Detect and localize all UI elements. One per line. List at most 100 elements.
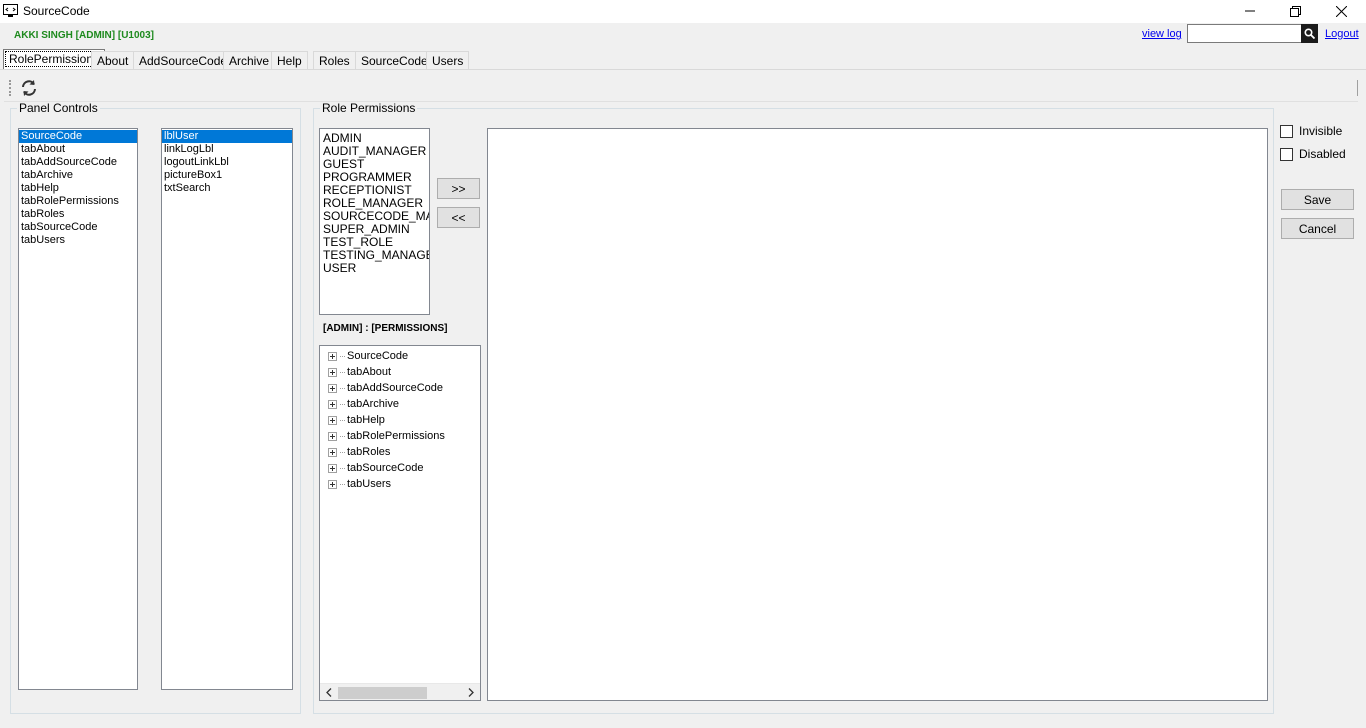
toolbar	[4, 74, 1358, 102]
expand-icon[interactable]	[328, 479, 337, 489]
user-label: AKKI SINGH [ADMIN] [U1003]	[14, 30, 155, 41]
roles-listbox[interactable]: ADMIN AUDIT_MANAGER GUEST PROGRAMMER RECEPTI…	[319, 128, 430, 315]
tree-node[interactable]: tabHelp	[328, 412, 385, 428]
expand-icon[interactable]	[328, 447, 337, 457]
control-list-item[interactable]: tabSourceCode	[19, 221, 137, 234]
restore-button[interactable]	[1272, 0, 1318, 22]
refresh-icon	[22, 80, 36, 96]
tab-about[interactable]: About	[91, 51, 135, 69]
expand-icon[interactable]	[328, 431, 337, 441]
tab-users[interactable]: Users	[426, 51, 470, 69]
tree-node[interactable]: tabAddSourceCode	[328, 380, 443, 396]
tree-node-label[interactable]: tabAddSourceCode	[347, 382, 443, 394]
tree-connector	[340, 371, 345, 373]
control-list-item[interactable]: tabAddSourceCode	[19, 156, 137, 169]
tree-connector	[340, 403, 345, 405]
control-list-item[interactable]: tabHelp	[19, 182, 137, 195]
chevron-left-icon	[326, 688, 332, 697]
tree-connector	[340, 483, 345, 485]
scroll-left-button[interactable]	[322, 685, 336, 700]
minimize-icon	[1245, 10, 1255, 12]
control-list-item[interactable]: tabRolePermissions	[19, 195, 137, 208]
role-list-item[interactable]: USER	[320, 262, 429, 275]
disabled-checkbox-box[interactable]	[1280, 147, 1293, 161]
disabled-label: Disabled	[1299, 147, 1346, 161]
refresh-button[interactable]	[18, 77, 40, 99]
member-list-item[interactable]: pictureBox1	[162, 169, 292, 182]
member-list-item[interactable]: linkLogLbl	[162, 143, 292, 156]
restore-icon	[1289, 5, 1301, 17]
remove-role-button[interactable]: <<	[437, 207, 480, 228]
permissions-tree[interactable]: SourceCode tabAbout tabAddSourceCode tabArc…	[319, 345, 481, 701]
tab-archive[interactable]: Archive	[223, 51, 276, 69]
tree-node[interactable]: tabArchive	[328, 396, 399, 412]
control-list-item[interactable]: tabRoles	[19, 208, 137, 221]
tree-node[interactable]: tabUsers	[328, 476, 391, 492]
tree-node-label[interactable]: SourceCode	[347, 350, 408, 362]
tree-node[interactable]: tabRoles	[328, 444, 390, 460]
window-title: SourceCode	[23, 4, 90, 18]
control-list-item[interactable]: SourceCode	[19, 130, 137, 143]
tree-node-label[interactable]: tabRoles	[347, 446, 390, 458]
scroll-right-button[interactable]	[464, 685, 478, 700]
cancel-button[interactable]: Cancel	[1281, 218, 1354, 239]
add-role-button[interactable]: >>	[437, 178, 480, 199]
control-list-item[interactable]: tabUsers	[19, 234, 137, 247]
close-button[interactable]	[1318, 0, 1364, 22]
expand-icon[interactable]	[328, 351, 337, 361]
app-icon	[3, 4, 18, 18]
disabled-checkbox[interactable]: Disabled	[1280, 147, 1346, 161]
tree-connector	[340, 451, 345, 453]
invisible-checkbox-box[interactable]	[1280, 124, 1293, 138]
tab-roles[interactable]: Roles	[313, 51, 356, 69]
search-input[interactable]	[1187, 24, 1302, 43]
member-list-item[interactable]: logoutLinkLbl	[162, 156, 292, 169]
panel-controls-legend: Panel Controls	[19, 101, 98, 115]
tab-addsourcecode[interactable]: AddSourceCode	[133, 51, 234, 69]
expand-icon[interactable]	[328, 399, 337, 409]
chevron-right-icon	[468, 688, 474, 697]
main-panel: Panel Controls Role Permissions SourceCo…	[0, 70, 1366, 728]
permissions-label: [ADMIN] : [PERMISSIONS]	[323, 323, 448, 334]
tree-node[interactable]: tabAbout	[328, 364, 391, 380]
tree-connector	[340, 467, 345, 469]
tree-node[interactable]: tabRolePermissions	[328, 428, 445, 444]
tree-connector	[340, 419, 345, 421]
expand-icon[interactable]	[328, 367, 337, 377]
tree-connector	[340, 435, 345, 437]
horizontal-scrollbar[interactable]	[320, 683, 480, 700]
toolbar-grip[interactable]	[9, 80, 12, 96]
expand-icon[interactable]	[328, 415, 337, 425]
member-list-item[interactable]: txtSearch	[162, 182, 292, 195]
minimize-button[interactable]	[1227, 0, 1273, 22]
tab-strip: RolePermissions About AddSourceCode Arch…	[0, 47, 1366, 69]
members-listbox[interactable]: lblUser linkLogLbl logoutLinkLbl pictureBox…	[161, 128, 293, 690]
logout-link[interactable]: Logout	[1325, 28, 1359, 40]
tree-node-label[interactable]: tabSourceCode	[347, 462, 423, 474]
tab-help[interactable]: Help	[271, 51, 308, 69]
tree-node-label[interactable]: tabAbout	[347, 366, 391, 378]
toolbar-separator	[1357, 80, 1358, 96]
view-log-link[interactable]: view log	[1142, 28, 1182, 40]
control-list-item[interactable]: tabAbout	[19, 143, 137, 156]
tree-node[interactable]: tabSourceCode	[328, 460, 423, 476]
tree-node-label[interactable]: tabUsers	[347, 478, 391, 490]
invisible-checkbox[interactable]: Invisible	[1280, 124, 1342, 138]
tree-node[interactable]: SourceCode	[328, 348, 408, 364]
controls-listbox[interactable]: SourceCode tabAbout tabAddSourceCode tabArc…	[18, 128, 138, 690]
tree-node-label[interactable]: tabArchive	[347, 398, 399, 410]
tab-rolepermissions[interactable]: RolePermissions	[3, 49, 106, 69]
expand-icon[interactable]	[328, 383, 337, 393]
control-list-item[interactable]: tabArchive	[19, 169, 137, 182]
property-panel	[487, 128, 1268, 701]
save-button[interactable]: Save	[1281, 189, 1354, 210]
invisible-label: Invisible	[1299, 124, 1343, 138]
member-list-item[interactable]: lblUser	[162, 130, 292, 143]
scroll-thumb[interactable]	[338, 687, 427, 699]
expand-icon[interactable]	[328, 463, 337, 473]
tree-node-label[interactable]: tabRolePermissions	[347, 430, 445, 442]
tab-sourcecode[interactable]: SourceCode	[355, 51, 434, 69]
search-button[interactable]	[1301, 24, 1318, 43]
header-bar: AKKI SINGH [ADMIN] [U1003] view log Logo…	[0, 23, 1366, 47]
tree-node-label[interactable]: tabHelp	[347, 414, 385, 426]
